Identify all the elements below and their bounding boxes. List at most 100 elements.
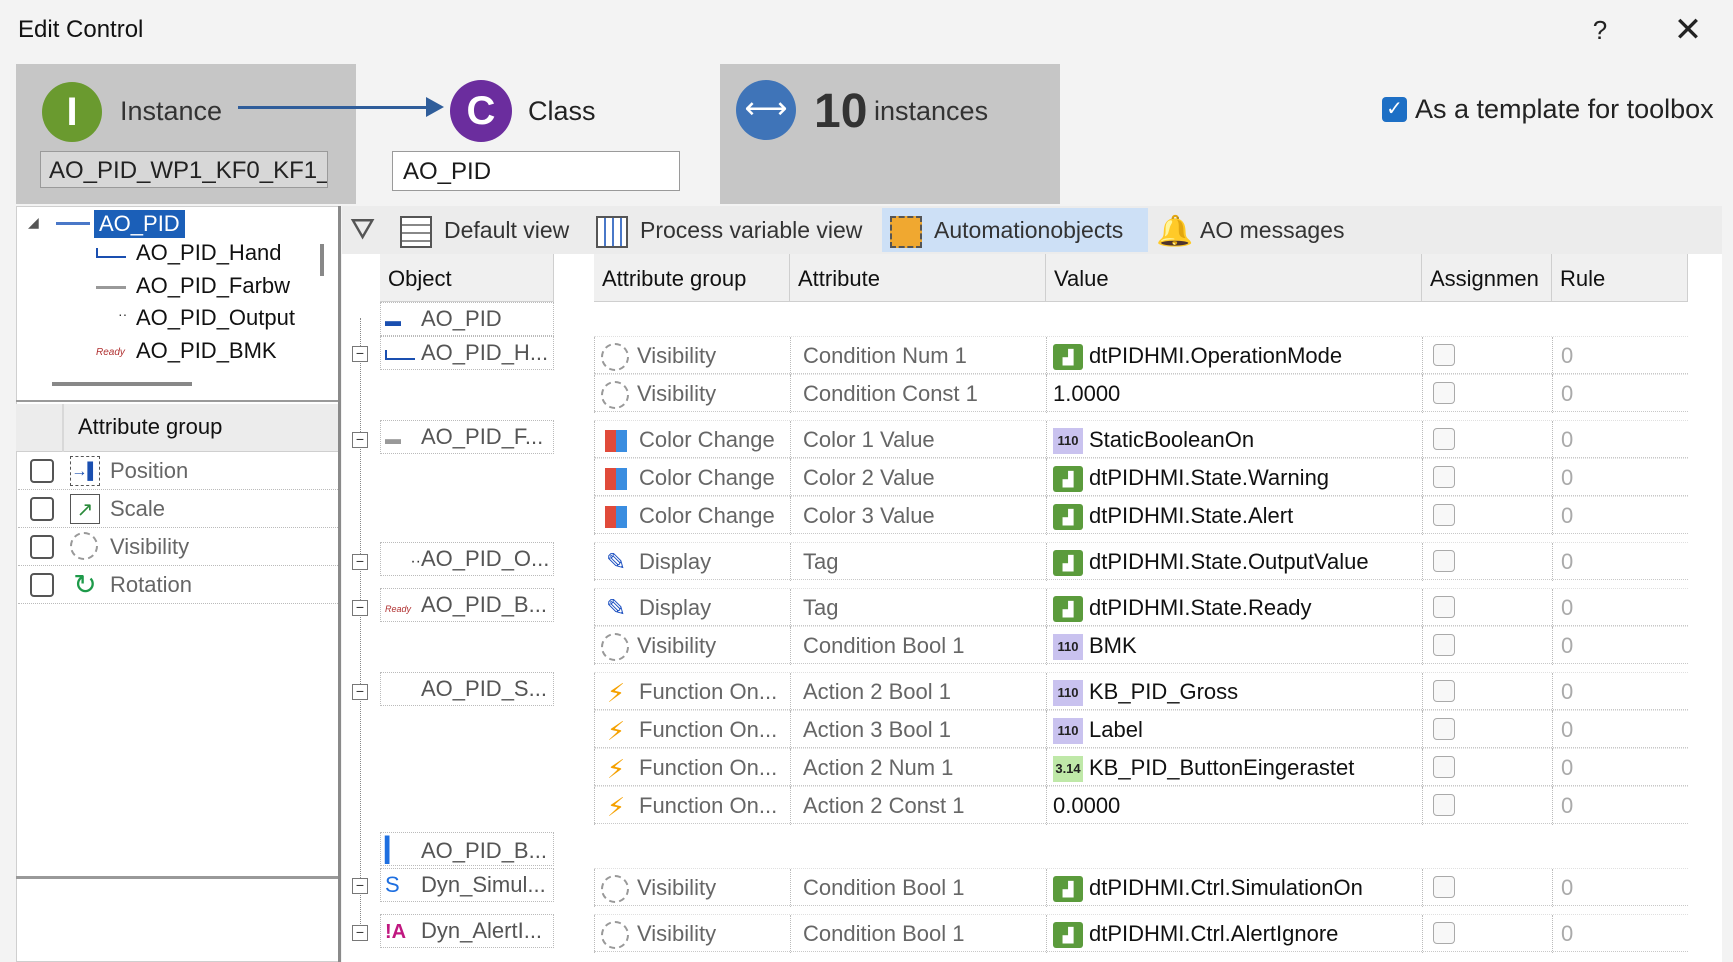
table-row[interactable]: Visibility Condition Bool 1 ▟ dtPIDHMI.Ct… [594, 868, 1688, 907]
table-row[interactable]: Color Change Color 2 Value ▟ dtPIDHMI.Sta… [594, 458, 1688, 497]
ready-object-icon: Ready [385, 604, 412, 614]
tree-item-ao-pid-farbw[interactable]: AO_PID_Farbw [136, 273, 290, 299]
filter-icon[interactable]: ⛛ [350, 206, 386, 254]
instance-icon: I [42, 82, 102, 142]
title-bar [0, 0, 1733, 62]
assignment-checkbox[interactable] [1433, 794, 1455, 816]
panel-splitter[interactable] [338, 206, 341, 962]
rotation-checkbox[interactable] [30, 573, 54, 597]
ao-pid-object-icon: ▬ [385, 313, 401, 330]
table-row[interactable]: ⚡ Function On... Action 2 Num 1 3.14 KB_PI… [594, 748, 1688, 787]
visibility-icon [601, 343, 629, 372]
class-label: Class [528, 96, 596, 126]
position-checkbox[interactable] [30, 459, 54, 483]
scale-checkbox[interactable] [30, 497, 54, 521]
variable-icon: ▟ [1053, 504, 1083, 531]
object-cell[interactable]: ▎ AO_PID_B... [380, 832, 554, 866]
help-button[interactable]: ? [1580, 10, 1620, 50]
close-button[interactable]: ✕ [1668, 10, 1708, 50]
default-view-icon [400, 215, 432, 248]
assignment-checkbox[interactable] [1433, 504, 1455, 526]
hand-object-icon [385, 350, 415, 360]
assignment-checkbox[interactable] [1433, 680, 1455, 702]
expander-toggle[interactable]: − [352, 432, 368, 448]
column-header-assignment[interactable]: Assignmen [1422, 254, 1552, 302]
attribute-group-row-rotation[interactable]: ↻ Rotation [18, 566, 338, 604]
table-row[interactable]: Visibility Condition Bool 1 110 BMK 0 [594, 626, 1688, 665]
table-row[interactable]: ⚡ Function On... Action 2 Const 1 0.0000 … [594, 786, 1688, 825]
tab-ao-messages[interactable]: 🔔 AO messages [1156, 206, 1344, 254]
object-cell[interactable]: !A Dyn_AlertI... [380, 914, 554, 948]
expander-toggle[interactable]: − [352, 925, 368, 941]
color-change-icon [605, 468, 627, 491]
expander-toggle[interactable]: − [352, 554, 368, 570]
assignment-checkbox[interactable] [1433, 634, 1455, 656]
scale-label: Scale [110, 496, 166, 521]
output-object-icon: ·· [410, 553, 421, 570]
object-cell[interactable]: ▬ AO_PID_F... [380, 420, 554, 454]
assignment-checkbox[interactable] [1433, 718, 1455, 740]
assignment-checkbox[interactable] [1433, 344, 1455, 366]
object-cell[interactable]: AO_PID_S... [380, 672, 554, 706]
class-name-field[interactable]: AO_PID [392, 151, 680, 191]
assignment-checkbox[interactable] [1433, 756, 1455, 778]
bell-icon: 🔔 [1156, 214, 1194, 248]
assignment-checkbox[interactable] [1433, 876, 1455, 898]
object-cell[interactable]: AO_PID_H... [380, 336, 554, 370]
object-cell[interactable]: ··AO_PID_O... [380, 542, 554, 576]
column-header-value[interactable]: Value [1046, 254, 1422, 302]
table-row[interactable]: Visibility Condition Const 1 1.0000 0 [594, 374, 1688, 413]
column-header-attribute[interactable]: Attribute [790, 254, 1046, 302]
assignment-checkbox[interactable] [1433, 428, 1455, 450]
instance-to-class-arrow-icon [238, 106, 428, 109]
attribute-group-row-visibility[interactable]: Visibility [18, 528, 338, 566]
assignment-checkbox[interactable] [1433, 466, 1455, 488]
tree-item-ao-pid-bmk[interactable]: AO_PID_BMK [136, 338, 277, 364]
tree-item-ao-pid-output[interactable]: AO_PID_Output [136, 305, 295, 331]
collapse-arrow-icon[interactable]: ◢ [28, 214, 39, 231]
expander-toggle[interactable]: − [352, 600, 368, 616]
attribute-group-row-position[interactable]: →▌ Position [18, 452, 338, 490]
column-header-object[interactable]: Object [380, 254, 554, 302]
assignment-checkbox[interactable] [1433, 596, 1455, 618]
table-row[interactable]: ✎ Display Tag ▟ dtPIDHMI.State.Ready 0 [594, 588, 1688, 627]
assignment-checkbox[interactable] [1433, 382, 1455, 404]
tree-item-ao-pid[interactable]: AO_PID [94, 210, 185, 238]
table-row[interactable]: ✎ Display Tag ▟ dtPIDHMI.State.OutputValue… [594, 542, 1688, 581]
column-header-attribute-group[interactable]: Attribute group [594, 254, 790, 302]
tree-item-ao-pid-hand[interactable]: AO_PID_Hand [136, 240, 282, 266]
ao-messages-label: AO messages [1200, 217, 1345, 243]
expander-toggle[interactable]: − [352, 684, 368, 700]
table-row[interactable]: Color Change Color 3 Value ▟ dtPIDHMI.Sta… [594, 496, 1688, 535]
expander-toggle[interactable]: − [352, 346, 368, 362]
table-row[interactable]: Visibility Condition Bool 1 ▟ dtPIDHMI.Ct… [594, 914, 1688, 953]
table-row[interactable]: Visibility Condition Num 1 ▟ dtPIDHMI.Ope… [594, 336, 1688, 375]
tab-automationobjects[interactable]: Automationobjects [890, 206, 1123, 254]
visibility-checkbox[interactable] [30, 535, 54, 559]
lightning-icon: ⚡ [606, 678, 626, 709]
automationobjects-label: Automationobjects [934, 217, 1124, 243]
template-checkbox[interactable]: ✓ [1382, 97, 1407, 122]
assignment-checkbox[interactable] [1433, 922, 1455, 944]
attribute-group-row-scale[interactable]: ↗ Scale [18, 490, 338, 528]
assignment-checkbox[interactable] [1433, 550, 1455, 572]
display-pen-icon: ✎ [605, 549, 627, 577]
tree-horizontal-scrollbar[interactable] [52, 382, 192, 386]
expander-toggle[interactable]: − [352, 878, 368, 894]
tree-vertical-scrollbar[interactable] [320, 244, 324, 276]
column-header-rule[interactable]: Rule [1552, 254, 1688, 302]
object-cell[interactable]: ▬ AO_PID [380, 302, 554, 336]
color-change-icon [605, 430, 627, 453]
output-dots-icon: ·· [118, 306, 128, 322]
table-row[interactable]: Color Change Color 1 Value 110 StaticBool… [594, 420, 1688, 459]
tab-process-variable-view[interactable]: Process variable view [596, 206, 862, 254]
default-view-label: Default view [444, 217, 570, 243]
object-cell[interactable]: Ready AO_PID_B... [380, 588, 554, 622]
instance-name-field[interactable]: AO_PID_WP1_KF0_KF1_ [40, 151, 328, 188]
tab-default-view[interactable]: Default view [400, 206, 569, 254]
object-cell[interactable]: S Dyn_Simul... [380, 868, 554, 902]
template-checkbox-label[interactable]: As a template for toolbox [1415, 94, 1714, 125]
table-row[interactable]: ⚡ Function On... Action 2 Bool 1 110 KB_PI… [594, 672, 1688, 711]
instances-label: instances [874, 96, 989, 126]
table-row[interactable]: ⚡ Function On... Action 3 Bool 1 110 Label… [594, 710, 1688, 749]
